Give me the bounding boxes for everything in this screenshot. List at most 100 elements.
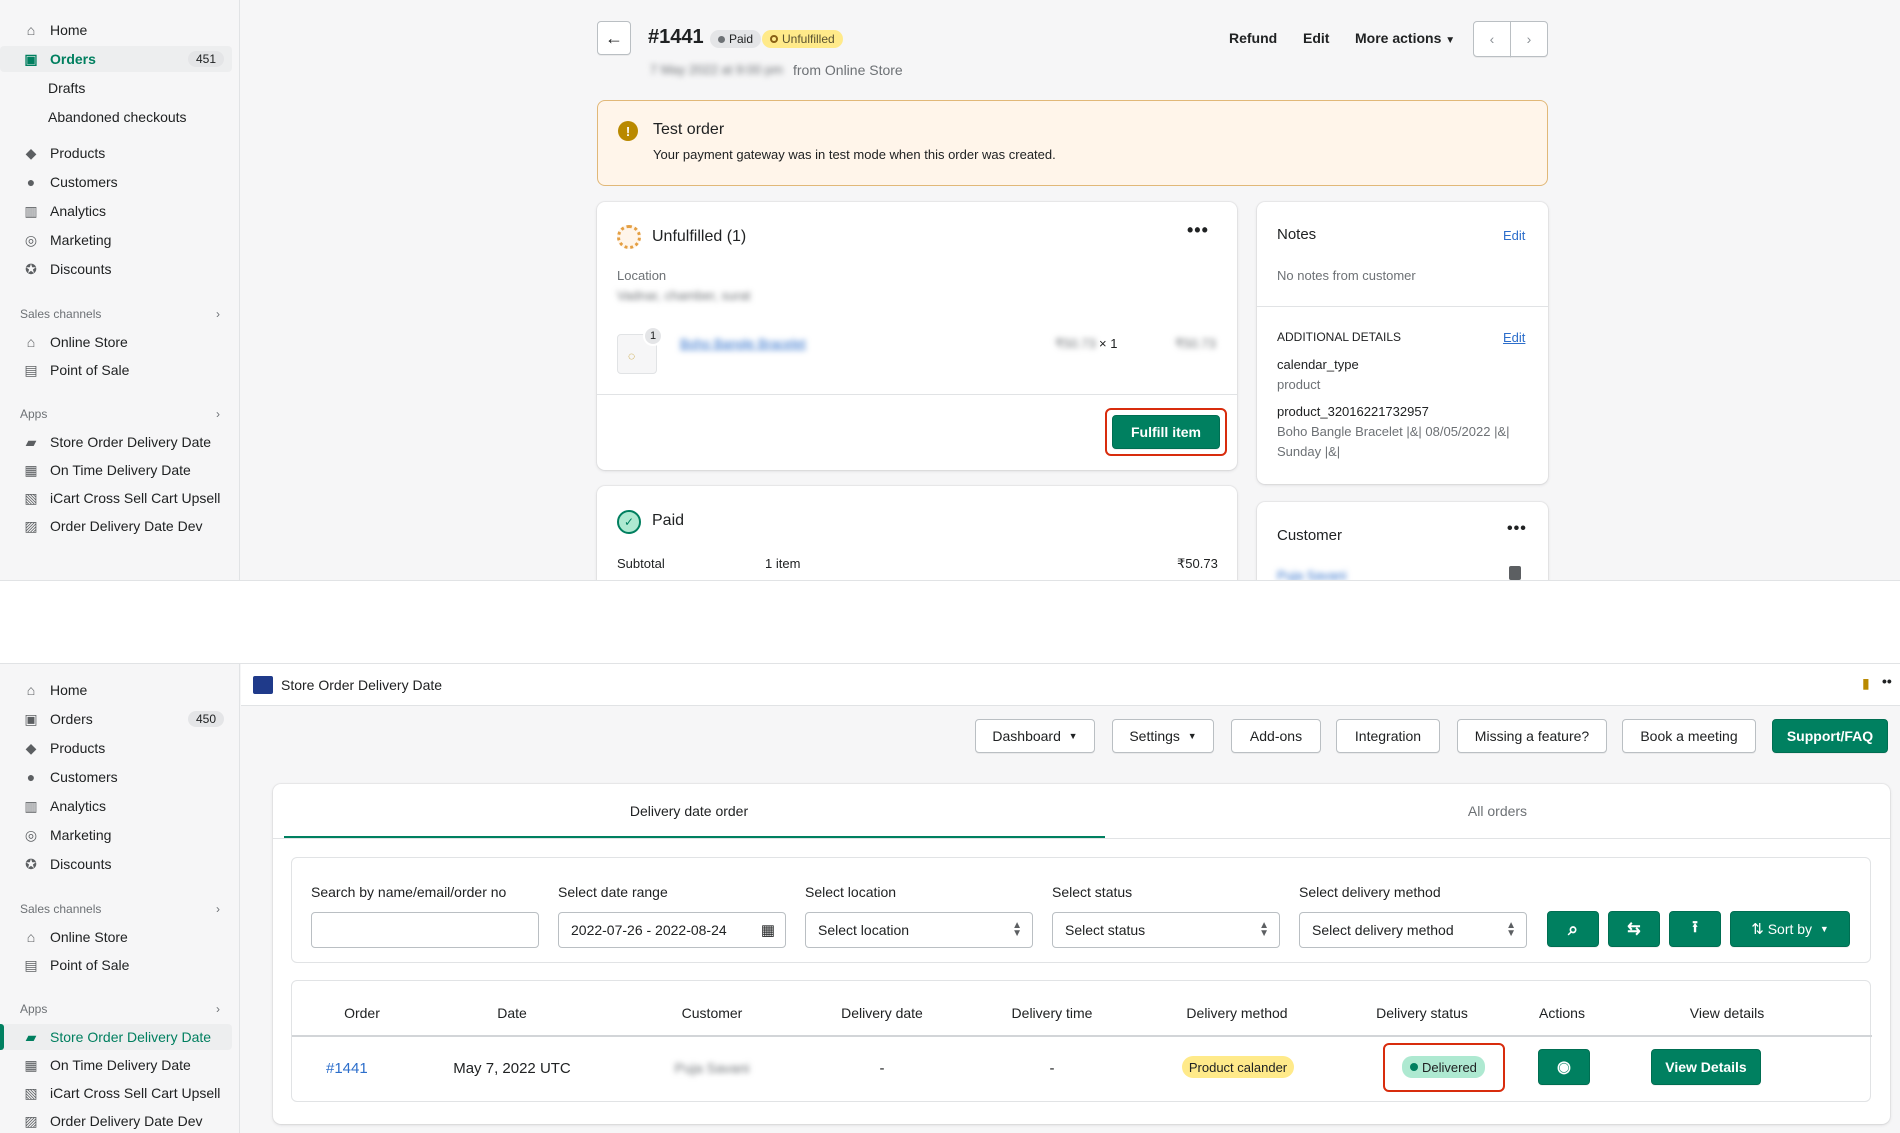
apps-header[interactable]: Apps ›	[20, 407, 220, 421]
sidebar-item-customers[interactable]: ● Customers	[0, 169, 232, 195]
sidebar-item-order-delivery-date-dev[interactable]: ▨ Order Delivery Date Dev	[0, 513, 232, 539]
chevron-right-icon: ›	[216, 407, 220, 421]
tab-all-orders[interactable]: All orders	[1105, 784, 1890, 838]
more-actions-button[interactable]: More actions ▼	[1355, 30, 1455, 46]
divider	[1257, 306, 1548, 307]
sidebar-item-point-of-sale[interactable]: ▤ Point of Sale	[0, 952, 232, 978]
bar-chart-icon: ▥	[24, 797, 38, 814]
sales-channels-header[interactable]: Sales channels ›	[20, 902, 220, 916]
search-input[interactable]	[311, 912, 539, 948]
missing-feature-button[interactable]: Missing a feature?	[1457, 719, 1607, 753]
delivery-method-select[interactable]: Select delivery method ▲ ▼	[1299, 912, 1527, 948]
dashboard-button[interactable]: Dashboard ▼	[975, 719, 1095, 753]
search-icon: ⌕	[1567, 918, 1579, 939]
addons-button[interactable]: Add-ons	[1231, 719, 1321, 753]
order-date: 7 May 2022 at 9:00 pm	[650, 62, 783, 77]
column-header-delivery-date: Delivery date	[841, 1005, 923, 1021]
sidebar-item-discounts[interactable]: ✪ Discounts	[0, 256, 232, 282]
sidebar-item-marketing[interactable]: ◎ Marketing	[0, 822, 232, 848]
settings-button[interactable]: Settings ▼	[1112, 719, 1214, 753]
app-logo-icon	[253, 676, 273, 694]
fulfill-item-button[interactable]: Fulfill item	[1112, 415, 1220, 449]
sidebar-item-products[interactable]: ◆ Products	[0, 735, 232, 761]
sidebar-item-analytics[interactable]: ▥ Analytics	[0, 793, 232, 819]
bracelet-image-icon: ◌	[628, 349, 636, 363]
search-button[interactable]: ⌕	[1547, 911, 1599, 947]
sidebar-item-point-of-sale[interactable]: ▤ Point of Sale	[0, 357, 232, 383]
additional-details-edit-link[interactable]: Edit	[1503, 330, 1525, 345]
sidebar-item-orders[interactable]: ▣ Orders 450	[0, 706, 232, 732]
pin-icon[interactable]: ▮	[1862, 675, 1870, 692]
detail-key-product: product_32016221732957	[1277, 404, 1429, 419]
view-details-button[interactable]: View Details	[1651, 1049, 1761, 1085]
status-select[interactable]: Select status ▲ ▼	[1052, 912, 1280, 948]
order-link[interactable]: #1441	[326, 1060, 368, 1077]
sidebar-item-online-store[interactable]: ⌂ Online Store	[0, 924, 232, 950]
sidebar-item-discounts[interactable]: ✪ Discounts	[0, 851, 232, 877]
calendar-icon: ▦	[760, 922, 775, 939]
back-button[interactable]: ←	[597, 21, 631, 55]
book-meeting-button[interactable]: Book a meeting	[1622, 719, 1756, 753]
app-icon: ▧	[24, 1084, 38, 1101]
dot-icon	[718, 35, 725, 43]
refund-button[interactable]: Refund	[1229, 30, 1277, 46]
sidebar-item-on-time-delivery-date[interactable]: ▦ On Time Delivery Date	[0, 457, 232, 483]
sidebar-item-drafts[interactable]: Drafts	[0, 75, 232, 101]
support-faq-button[interactable]: Support/FAQ	[1772, 719, 1888, 753]
orders-card: Delivery date order All orders Search by…	[273, 784, 1890, 1124]
location-value: Vadnar, chamber, surat	[617, 288, 751, 303]
more-options-icon[interactable]: ••	[1882, 673, 1892, 689]
notes-edit-link[interactable]: Edit	[1503, 228, 1525, 243]
delivery-method-badge: Product calander	[1182, 1056, 1294, 1078]
location-select[interactable]: Select location ▲ ▼	[805, 912, 1033, 948]
integration-button[interactable]: Integration	[1336, 719, 1440, 753]
sidebar-item-home[interactable]: ⌂ Home	[0, 677, 232, 703]
sidebar-item-orders[interactable]: ▣ Orders 451	[0, 46, 232, 72]
apps-header[interactable]: Apps ›	[20, 1002, 220, 1016]
order-number: #1441	[648, 26, 704, 48]
next-order-button[interactable]: ›	[1510, 21, 1548, 57]
date-range-input[interactable]: 2022-07-26 - 2022-08-24 ▦	[558, 912, 786, 948]
caret-down-icon: ▼	[1187, 731, 1197, 741]
chevron-right-icon: ›	[216, 902, 220, 916]
more-options-icon[interactable]: •••	[1187, 220, 1209, 241]
orders-count-badge: 450	[187, 711, 224, 727]
previous-order-button[interactable]: ‹	[1473, 21, 1511, 57]
tab-delivery-date-order[interactable]: Delivery date order	[273, 784, 1105, 838]
sidebar-item-order-delivery-date-dev[interactable]: ▨ Order Delivery Date Dev	[0, 1108, 232, 1133]
store-icon: ⌂	[26, 334, 36, 350]
column-header-delivery-time: Delivery time	[1011, 1005, 1093, 1021]
orders-table: Order Date Customer Delivery date Delive…	[291, 980, 1872, 1102]
reset-button[interactable]: ⇆	[1608, 911, 1660, 947]
sidebar-item-analytics[interactable]: ▥ Analytics	[0, 198, 232, 224]
search-label: Search by name/email/order no	[311, 884, 507, 900]
edit-order-button[interactable]: Edit	[1303, 30, 1329, 46]
export-button[interactable]: ⭱	[1669, 911, 1721, 947]
sidebar-item-online-store[interactable]: ⌂ Online Store	[0, 329, 232, 355]
delivery-status-badge: Delivered	[1402, 1056, 1485, 1078]
sidebar-item-store-order-delivery-date[interactable]: ▰ Store Order Delivery Date	[0, 429, 232, 455]
sidebar-item-abandoned-checkouts[interactable]: Abandoned checkouts	[0, 104, 232, 130]
sidebar-item-home[interactable]: ⌂ Home	[0, 17, 232, 43]
order-date: May 7, 2022 UTC	[453, 1060, 571, 1077]
item-name-link[interactable]: Boho Bangle Bracelet	[680, 336, 806, 351]
view-order-button[interactable]: ◉	[1538, 1049, 1590, 1085]
column-header-date: Date	[497, 1005, 527, 1021]
sidebar-item-products[interactable]: ◆ Products	[0, 140, 232, 166]
sort-by-button[interactable]: ⇅ Sort by ▼	[1730, 911, 1850, 947]
person-icon: ●	[26, 174, 36, 190]
target-icon: ◎	[24, 231, 38, 248]
sidebar-item-icart[interactable]: ▧ iCart Cross Sell Cart Upsell	[0, 1080, 232, 1106]
sidebar-item-on-time-delivery-date[interactable]: ▦ On Time Delivery Date	[0, 1052, 232, 1078]
sidebar-item-store-order-delivery-date[interactable]: ▰ Store Order Delivery Date	[0, 1024, 232, 1050]
sidebar-item-customers[interactable]: ● Customers	[0, 764, 232, 790]
sales-channels-header[interactable]: Sales channels ›	[20, 307, 220, 321]
sidebar-item-icart[interactable]: ▧ iCart Cross Sell Cart Upsell	[0, 485, 232, 511]
test-order-banner: ! Test order Your payment gateway was in…	[597, 100, 1548, 186]
home-icon: ⌂	[26, 682, 36, 698]
sidebar-item-marketing[interactable]: ◎ Marketing	[0, 227, 232, 253]
customer-name-link[interactable]: Puja Savani	[1277, 568, 1346, 580]
subtotal-items: 1 item	[765, 556, 801, 571]
column-header-delivery-status: Delivery status	[1376, 1005, 1468, 1021]
more-options-icon[interactable]: •••	[1507, 520, 1527, 538]
